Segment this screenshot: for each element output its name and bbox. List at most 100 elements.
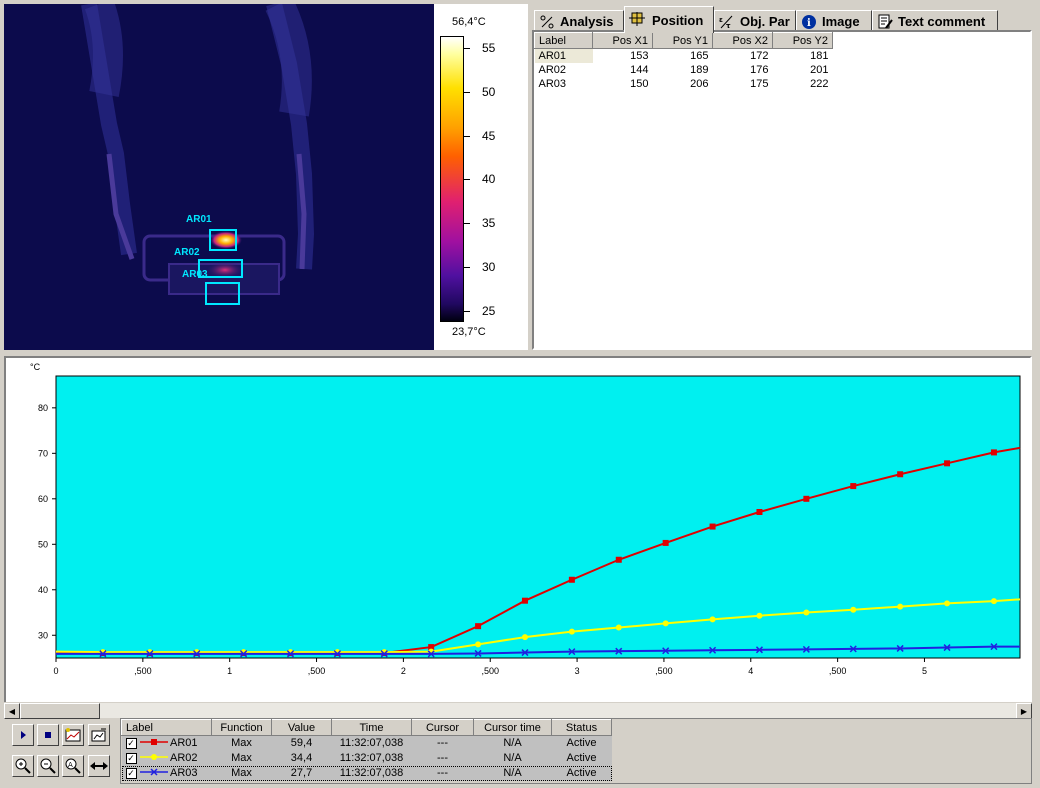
series-visibility-checkbox[interactable]: ✓ — [125, 738, 137, 750]
chart-horizontal-scrollbar[interactable]: ◀ ▶ — [4, 702, 1032, 719]
series-label: AR03 — [170, 767, 198, 779]
cell-value: 59,4 — [271, 735, 332, 751]
cell-cursor-time: N/A — [473, 735, 552, 751]
col-status[interactable]: Status — [551, 719, 612, 736]
x-tick-label: 3 — [575, 666, 580, 676]
cell-status: Active — [551, 765, 612, 781]
col-pos-y2[interactable]: Pos Y2 — [772, 32, 833, 49]
col-pos-y1[interactable]: Pos Y1 — [652, 32, 713, 49]
x-tick-label: ,500 — [481, 666, 499, 676]
scale-tick-label: 45 — [482, 128, 496, 143]
tab-text-comment[interactable]: Text comment — [872, 10, 998, 32]
play-button[interactable] — [12, 724, 34, 746]
table-row[interactable]: AR03 150 206 175 222 — [535, 77, 833, 91]
scale-tick-mark — [464, 48, 470, 50]
data-point-ar01 — [662, 539, 669, 546]
scale-tick-label: 40 — [482, 172, 496, 187]
svg-text:A: A — [68, 761, 73, 769]
cell-pos-y2: 181 — [810, 49, 829, 62]
tab-analysis-label: Analysis — [560, 14, 614, 29]
info-icon: i — [802, 14, 816, 29]
cell-label: AR02 — [538, 63, 567, 76]
tab-analysis[interactable]: Analysis — [534, 10, 624, 32]
data-point-ar02 — [944, 600, 951, 607]
tab-position[interactable]: Position — [624, 6, 714, 33]
col-cursor-time[interactable]: Cursor time — [473, 719, 552, 736]
y-tick-label: 30 — [38, 630, 48, 640]
y-tick-label: 80 — [38, 403, 48, 413]
data-point-ar02 — [615, 624, 622, 631]
col-cursor[interactable]: Cursor — [411, 719, 474, 736]
table-row[interactable]: ✓ AR02 Max 34,4 11:32:07,038 --- N/A Act… — [121, 750, 612, 766]
col-function[interactable]: Function — [211, 719, 272, 736]
zoom-fit-button[interactable]: A — [62, 755, 84, 777]
position-table: Label Pos X1 Pos Y1 Pos X2 Pos Y2 AR01 1… — [534, 32, 833, 91]
cell-function: Max — [211, 765, 272, 781]
data-point-ar01 — [756, 508, 763, 515]
tab-obj-par[interactable]: ετ Obj. Par — [714, 10, 796, 32]
tab-position-label: Position — [652, 12, 704, 28]
scroll-right-button[interactable]: ▶ — [1016, 703, 1032, 719]
legend-cell-label: ✓ AR01 — [121, 735, 212, 751]
cell-pos-x1: 144 — [630, 63, 649, 76]
scroll-left-button[interactable]: ◀ — [4, 703, 20, 719]
data-point-ar01 — [803, 495, 810, 502]
col-pos-x1[interactable]: Pos X1 — [592, 32, 653, 49]
data-point-ar02 — [756, 612, 763, 619]
plot-area — [55, 375, 1021, 659]
temperature-chart-panel[interactable]: °C 30 40 50 60 70 80 0 ,500 1 ,500 2 ,500 3 ,500 4 ,500 5 — [4, 356, 1032, 716]
tab-bar: Analysis Position ετ Obj. Par i Image Te… — [532, 6, 1032, 33]
data-point-ar02 — [568, 628, 575, 635]
temperature-chart[interactable]: °C 30 40 50 60 70 80 0 ,500 1 ,500 2 ,500 3 ,500 4 ,500 5 — [6, 358, 1030, 702]
data-point-ar01 — [944, 460, 951, 467]
data-point-ar02 — [850, 606, 857, 613]
data-point-ar02 — [662, 620, 669, 627]
cell-cursor: --- — [411, 750, 474, 766]
stop-button[interactable] — [37, 724, 59, 746]
cell-label: AR01 — [534, 48, 593, 63]
chart-settings-button[interactable] — [62, 724, 84, 746]
zoom-in-button[interactable] — [12, 755, 34, 777]
scroll-thumb[interactable] — [20, 703, 100, 719]
series-visibility-checkbox[interactable]: ✓ — [125, 753, 137, 764]
col-value[interactable]: Value — [271, 719, 332, 736]
table-row[interactable]: AR02 144 189 176 201 — [535, 63, 833, 77]
roi-label-ar01: AR01 — [186, 214, 212, 225]
data-point-ar02 — [803, 609, 810, 616]
x-tick-label: ,500 — [134, 666, 152, 676]
series-visibility-checkbox[interactable]: ✓ — [125, 768, 137, 779]
tab-image[interactable]: i Image — [796, 10, 872, 32]
scale-tick-mark — [464, 91, 470, 93]
pan-horizontal-button[interactable] — [88, 755, 110, 777]
scale-min-label: 23,7°C — [452, 326, 486, 338]
export-chart-button[interactable] — [88, 724, 110, 746]
col-pos-x2[interactable]: Pos X2 — [712, 32, 773, 49]
cell-pos-y1: 165 — [690, 49, 709, 62]
thermal-image[interactable]: AR01 AR02 AR03 — [4, 4, 434, 350]
table-row[interactable]: AR01 153 165 172 181 — [534, 48, 833, 63]
series-line-swatch — [139, 754, 168, 760]
svg-text:i: i — [807, 18, 811, 29]
cell-pos-x1: 150 — [630, 77, 649, 90]
series-line-swatch — [139, 739, 168, 746]
temperature-scale: 56,4°C 55 50 45 40 35 30 25 23,7°C — [434, 4, 528, 350]
col-label[interactable]: Label — [121, 719, 212, 736]
zoom-out-button[interactable] — [37, 755, 59, 777]
data-point-ar01 — [568, 576, 575, 583]
col-label[interactable]: Label — [534, 32, 593, 49]
col-time[interactable]: Time — [331, 719, 412, 736]
data-point-ar01 — [709, 523, 716, 530]
y-tick-label: 70 — [38, 448, 48, 458]
data-point-ar02 — [990, 598, 997, 605]
cell-pos-y1: 189 — [690, 63, 709, 76]
measurement-legend-table: Label Function Value Time Cursor Cursor … — [120, 718, 1032, 784]
table-row[interactable]: ✓ AR01 Max 59,4 11:32:07,038 --- N/A Act… — [121, 735, 612, 751]
cell-cursor-time: N/A — [473, 750, 552, 766]
legend-cell-label: ✓ AR02 — [121, 750, 212, 766]
y-tick-label: 40 — [38, 585, 48, 595]
table-row[interactable]: ✓ AR03 Max 27,7 11:32:07,038 --- N/A Act… — [121, 765, 612, 781]
scale-tick-mark — [464, 266, 470, 268]
cell-cursor-time: N/A — [473, 765, 552, 781]
scale-tick-mark — [464, 310, 470, 312]
data-point-ar01 — [475, 623, 482, 630]
